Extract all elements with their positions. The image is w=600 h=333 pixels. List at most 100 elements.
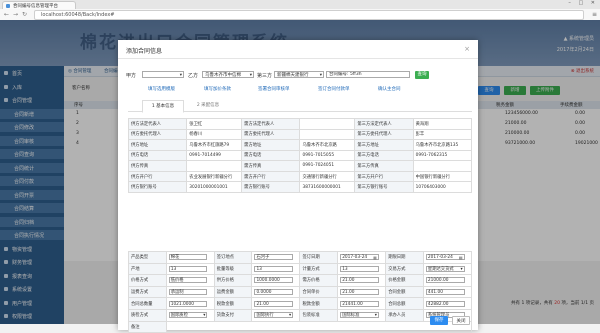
field-input[interactable]: 21.00: [254, 300, 294, 307]
field-cell: 21.00: [337, 285, 387, 299]
field-input[interactable]: 国际标准: [340, 312, 379, 319]
close-icon[interactable]: ×: [464, 45, 470, 53]
field-value[interactable]: [186, 160, 243, 172]
field-input[interactable]: 承运制: [168, 289, 208, 296]
window-controls[interactable]: – □ ✕: [568, 0, 598, 6]
field-value[interactable]: [299, 128, 356, 141]
field-cell: 21.00: [337, 274, 387, 287]
field-label: 供方委托代理人: [127, 128, 188, 141]
field-input[interactable]: 2017-03-24: [340, 254, 379, 261]
field-input[interactable]: 1021.0000: [168, 300, 208, 307]
modal-search-button[interactable]: 查询: [415, 70, 429, 79]
field-input[interactable]: 低价格: [168, 277, 208, 284]
field-input[interactable]: 21.00: [340, 277, 379, 284]
field-input[interactable]: 石河子: [254, 254, 294, 261]
field-input[interactable]: 21000.00: [425, 277, 465, 284]
field-label: 质检方式: [128, 308, 167, 322]
field-value[interactable]: 杨春川: [186, 128, 243, 141]
field-input[interactable]: 21.00: [340, 289, 379, 296]
field-label: 需方委托代理人: [241, 128, 301, 141]
field-value[interactable]: 乌鲁木齐市北京路135: [412, 139, 473, 151]
link-confirm-contract[interactable]: 确认主合同: [378, 86, 401, 92]
field-label: 第三方银行账号: [354, 181, 414, 193]
field-value[interactable]: 10706403000: [412, 181, 473, 193]
field-label: 产品类型: [128, 251, 167, 264]
field-value[interactable]: 乌鲁木齐市红旗路79: [186, 139, 243, 151]
field-value[interactable]: 0991-7024051: [299, 160, 356, 172]
party-b-select[interactable]: 乌鲁木齐市中信棉: [202, 71, 254, 78]
field-label: 合同金额: [385, 285, 424, 299]
tab-purchase-info[interactable]: 2 采配信息: [188, 100, 228, 111]
field-cell: 棉花: [165, 251, 215, 264]
field-label: 第三方地址: [354, 139, 414, 151]
field-label: 合同总数量: [128, 297, 167, 310]
field-input[interactable]: 2017-03-24: [425, 254, 465, 261]
close-tab-icon[interactable]: ×: [13, 2, 73, 8]
field-value[interactable]: 30201000001001: [186, 181, 243, 193]
party-a-label: 甲方: [126, 73, 137, 79]
field-cell: 2017-03-24: [422, 251, 473, 264]
table-row: 产品类型棉花签订地点石河子签订日期2017-03-24期限日期2017-03-2…: [128, 251, 473, 264]
field-value[interactable]: 0991-7015055: [299, 149, 356, 162]
reload-icon[interactable]: ↻: [22, 11, 27, 18]
table-row: 供方电话 0991-7014499 需方电话 0991-7015055 第三方电话 099…: [127, 149, 473, 162]
link-sign-payment[interactable]: 签订合同付款单: [318, 86, 350, 92]
field-label: 税款金额: [299, 297, 339, 310]
field-value[interactable]: 中国银行新疆分行: [412, 170, 473, 183]
link-select-template[interactable]: 填写选用模版: [148, 86, 175, 92]
field-input[interactable]: 棉花: [168, 254, 208, 261]
field-cell: 21.00: [251, 297, 301, 310]
tab-basic-info[interactable]: 1 基本信息: [142, 100, 184, 113]
field-label: 承办人员: [385, 308, 424, 322]
party-a-select[interactable]: [142, 71, 184, 78]
field-label: 需方开户行: [241, 170, 301, 183]
table-row: 备注: [128, 320, 473, 333]
link-sign-review[interactable]: 签署合同审核单: [258, 86, 290, 92]
field-input[interactable]: 国际质检: [168, 312, 208, 319]
field-cell: 1000.0000: [251, 274, 301, 287]
field-input[interactable]: 0.0000: [254, 289, 294, 296]
field-value[interactable]: 38731600000001: [299, 181, 356, 193]
field-input[interactable]: 国际执行: [254, 312, 294, 319]
link-add-price-terms[interactable]: 填写加价条款: [204, 86, 231, 92]
party-c-select[interactable]: 新疆棉天建银行: [274, 71, 324, 78]
url-input[interactable]: localhost:60048/Back/Index#: [34, 10, 584, 20]
field-cell: 13: [251, 262, 301, 276]
menu-icon[interactable]: ≡: [592, 11, 597, 18]
table-row: 合同总数量 1021.0000 税款金额 21.00 税款金额 21441.00 合同总额 4…: [128, 297, 473, 310]
field-input[interactable]: 42882.00: [425, 300, 465, 307]
field-label: 包装标准: [299, 308, 339, 322]
field-value[interactable]: 0991-7014499: [186, 149, 243, 162]
back-icon[interactable]: ←: [4, 11, 9, 18]
field-value[interactable]: [299, 118, 356, 130]
field-input[interactable]: 13: [168, 265, 208, 272]
field-value[interactable]: 0991-7062315: [412, 149, 473, 162]
field-label: 需方电话: [241, 149, 301, 162]
field-value[interactable]: 乌鲁木齐市北京路: [299, 139, 356, 151]
remark-field[interactable]: [165, 320, 473, 333]
field-label: 第三方传真: [354, 160, 414, 172]
field-label: 签订日期: [299, 251, 339, 264]
field-value[interactable]: 交通银行新疆分行: [299, 170, 356, 183]
field-value[interactable]: 彭丰: [412, 128, 473, 141]
field-cell: 石河子: [251, 251, 301, 264]
field-label: 供方电话: [127, 149, 188, 162]
field-cell: 13: [337, 262, 387, 276]
forward-icon[interactable]: →: [13, 11, 18, 18]
field-input[interactable]: 441.00: [425, 289, 465, 296]
field-label: 供方传真: [127, 160, 188, 172]
field-label: 第三方法定代表人: [354, 118, 414, 130]
field-input[interactable]: 1000.0000: [254, 277, 294, 284]
contract-no-input[interactable]: 合同编号: 5ff3h: [326, 71, 410, 78]
field-value[interactable]: 黄海翔: [412, 118, 473, 130]
field-value[interactable]: [412, 160, 473, 172]
field-input[interactable]: 13: [254, 265, 294, 272]
field-value[interactable]: 张卫红: [186, 118, 243, 130]
field-input[interactable]: 21441.00: [340, 300, 379, 307]
field-label: 价格金额: [385, 274, 424, 287]
field-input[interactable]: 13: [340, 265, 379, 272]
field-label: 需方地址: [241, 139, 301, 151]
field-value[interactable]: 农业发展银行新疆分行: [186, 170, 243, 183]
field-input[interactable]: 星期达交货式: [425, 265, 465, 272]
field-cell: 国际执行: [251, 308, 301, 322]
